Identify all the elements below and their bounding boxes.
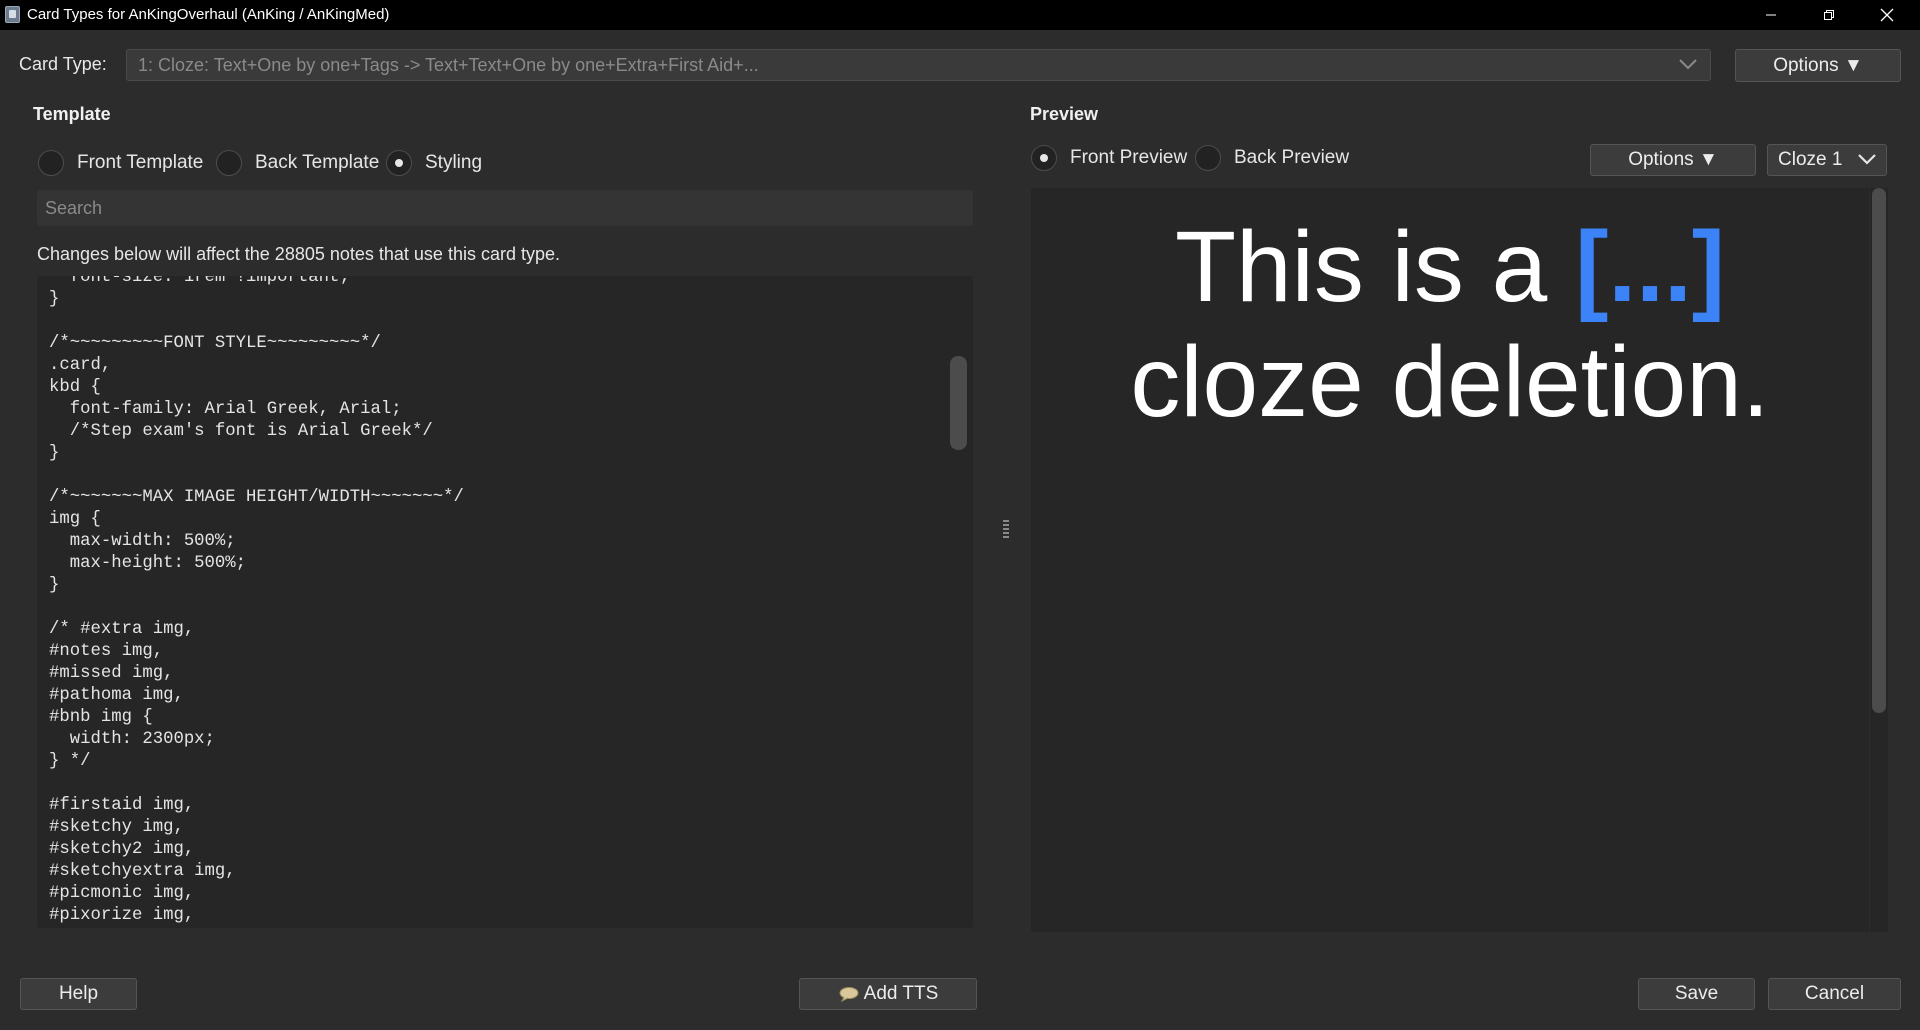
card-type-label: Card Type: xyxy=(19,54,107,74)
back-template-label: Back Template xyxy=(255,152,380,173)
restore-button[interactable] xyxy=(1800,0,1858,30)
close-button[interactable] xyxy=(1858,0,1916,30)
preview-options-button[interactable]: Options ▼ xyxy=(1590,144,1756,176)
radio-circle-checked xyxy=(386,150,412,176)
cancel-button[interactable]: Cancel xyxy=(1768,978,1901,1010)
minimize-icon xyxy=(1766,14,1776,16)
radio-circle xyxy=(38,150,64,176)
minimize-button[interactable] xyxy=(1742,0,1800,30)
preview-text-before: This is a xyxy=(1174,211,1576,323)
panel-splitter-handle[interactable] xyxy=(1003,520,1009,540)
cloze-placeholder: [...] xyxy=(1575,211,1726,323)
front-preview-label: Front Preview xyxy=(1070,147,1188,168)
front-preview-radio[interactable]: Front Preview xyxy=(1031,145,1187,171)
add-tts-label: Add TTS xyxy=(863,983,939,1004)
back-preview-radio[interactable]: Back Preview xyxy=(1195,145,1349,171)
card-type-value: 1: Cloze: Text+One by one+Tags -> Text+T… xyxy=(138,55,759,75)
cloze-select[interactable]: Cloze 1 xyxy=(1767,144,1887,176)
chevron-down-icon xyxy=(1858,154,1876,165)
close-icon xyxy=(1880,8,1894,22)
preview-scrollbar[interactable] xyxy=(1872,188,1886,713)
anki-app-icon xyxy=(5,6,20,23)
back-template-radio[interactable]: Back Template xyxy=(216,150,379,176)
search-box[interactable] xyxy=(37,190,973,226)
radio-circle-checked xyxy=(1031,145,1057,171)
save-button[interactable]: Save xyxy=(1638,978,1755,1010)
code-text[interactable]: font-size: 1rem !important; } /*~~~~~~~~… xyxy=(49,276,464,927)
window-title: Card Types for AnKingOverhaul (AnKing / … xyxy=(27,6,390,23)
back-preview-label: Back Preview xyxy=(1234,147,1350,168)
front-template-label: Front Template xyxy=(77,152,204,173)
preview-heading: Preview xyxy=(1030,104,1099,124)
styling-code-editor[interactable]: font-size: 1rem !important; } /*~~~~~~~~… xyxy=(37,276,973,928)
title-bar: Card Types for AnKingOverhaul (AnKing / … xyxy=(0,0,1920,30)
search-input[interactable] xyxy=(37,190,973,226)
radio-circle xyxy=(216,150,242,176)
preview-text-after: cloze deletion. xyxy=(1130,326,1770,438)
template-heading: Template xyxy=(33,104,111,124)
help-button[interactable]: Help xyxy=(20,978,137,1010)
front-template-radio[interactable]: Front Template xyxy=(38,150,203,176)
card-type-select[interactable]: 1: Cloze: Text+One by one+Tags -> Text+T… xyxy=(126,49,1711,81)
card-type-options-button[interactable]: Options ▼ xyxy=(1735,49,1901,82)
card-preview: This is a [...] cloze deletion. xyxy=(1031,188,1869,932)
preview-card-text: This is a [...] cloze deletion. xyxy=(1031,210,1869,440)
add-tts-button[interactable]: Add TTS xyxy=(799,978,977,1010)
radio-circle xyxy=(1195,145,1221,171)
speech-bubble-icon xyxy=(839,987,859,1002)
styling-radio[interactable]: Styling xyxy=(386,150,482,176)
styling-label: Styling xyxy=(425,152,483,173)
chevron-down-icon xyxy=(1679,59,1697,70)
restore-icon xyxy=(1824,10,1834,20)
cloze-select-value: Cloze 1 xyxy=(1778,149,1843,170)
editor-scrollbar[interactable] xyxy=(950,356,967,450)
affected-notes-notice: Changes below will affect the 28805 note… xyxy=(37,244,560,264)
